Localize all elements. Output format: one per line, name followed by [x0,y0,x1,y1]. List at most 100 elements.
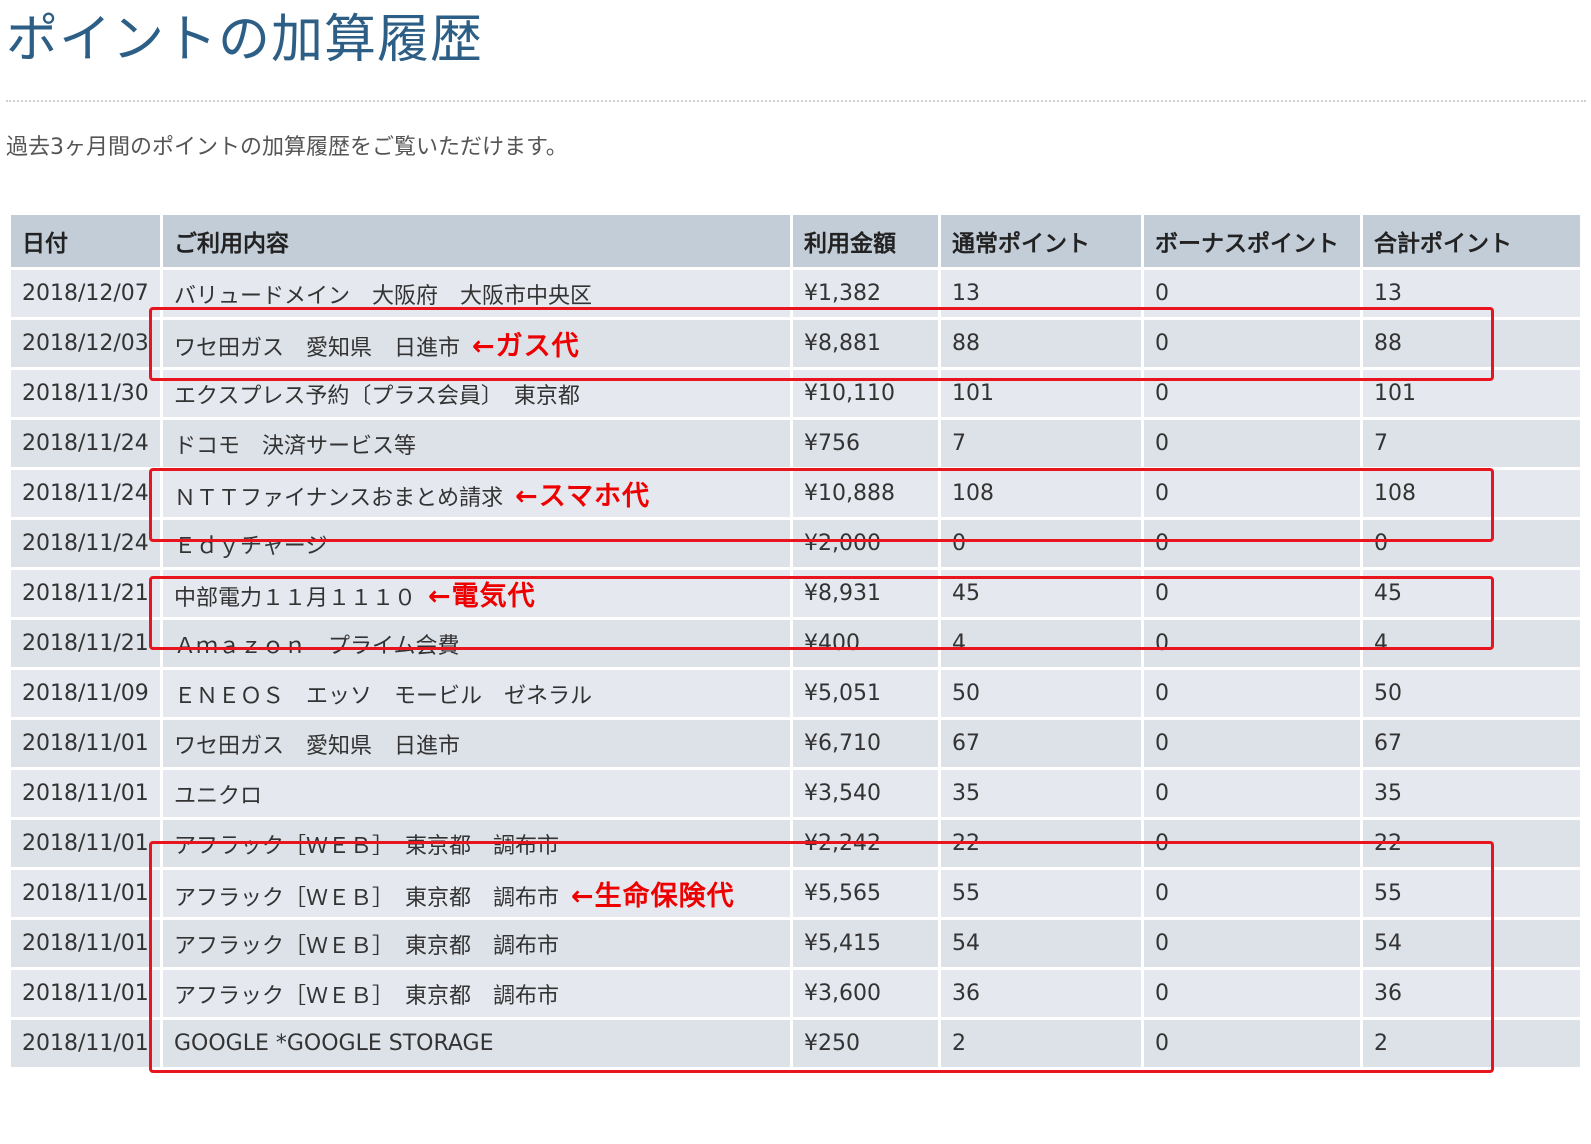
cell-normal-points: 108 [938,467,1144,520]
page-description: 過去3ヶ月間のポイントの加算履歴をご覧いただけます。 [6,135,568,160]
cell-amount: ¥3,600 [790,967,941,1020]
description-text: アフラック［ＷＥＢ］ 東京都 調布市 [174,983,560,1009]
cell-date: 2018/11/01 [8,717,163,770]
cell-bonus-points: 0 [1141,867,1363,920]
table-row: 2018/11/30 エクスプレス予約〔プラス会員〕 東京都 ¥10,110 101 0… [8,367,1583,420]
annotation-note: ←電気代 [428,581,536,612]
annotation-note: ←ガス代 [472,331,580,362]
cell-description: ワセ田ガス 愛知県 日進市 [160,717,793,770]
table-row: 2018/11/01 アフラック［ＷＥＢ］ 東京都 調布市 ←生命保険代 ¥5,565… [8,867,1583,920]
annotation-note: ←スマホ代 [515,481,650,512]
cell-normal-points: 50 [938,667,1144,720]
cell-amount: ¥8,881 [790,317,941,370]
cell-total-points: 67 [1360,717,1583,770]
description-text: アフラック［ＷＥＢ］ 東京都 調布市 [174,833,560,859]
cell-date: 2018/11/01 [8,817,163,870]
cell-bonus-points: 0 [1141,917,1363,970]
cell-bonus-points: 0 [1141,567,1363,620]
cell-description: アフラック［ＷＥＢ］ 東京都 調布市 ←生命保険代 [160,867,793,920]
description-text: エクスプレス予約〔プラス会員〕 東京都 [174,383,580,409]
cell-date: 2018/11/24 [8,417,163,470]
cell-total-points: 0 [1360,517,1583,570]
title-divider [6,100,1586,102]
cell-bonus-points: 0 [1141,267,1363,320]
table-header-row: 日付 ご利用内容 利用金額 通常ポイント ボーナスポイント 合計ポイント [8,212,1583,270]
description-text: アフラック［ＷＥＢ］ 東京都 調布市 [174,886,560,911]
description-text: ワセ田ガス 愛知県 日進市 [174,733,461,759]
cell-normal-points: 13 [938,267,1144,320]
cell-amount: ¥5,415 [790,917,941,970]
cell-total-points: 36 [1360,967,1583,1020]
cell-date: 2018/11/01 [8,767,163,820]
header-description: ご利用内容 [160,212,793,270]
annotation-note: ←生命保険代 [571,881,735,912]
table-row: 2018/11/24 ドコモ 決済サービス等 ¥756 7 0 7 [8,417,1583,470]
table-row: 2018/11/01 アフラック［ＷＥＢ］ 東京都 調布市 ¥2,242 22 0 22 [8,817,1583,870]
cell-normal-points: 0 [938,517,1144,570]
cell-description: Ｅｄｙチャージ [160,517,793,570]
table-row: 2018/11/01 アフラック［ＷＥＢ］ 東京都 調布市 ¥3,600 36 0 36 [8,967,1583,1020]
description-text: バリュードメイン 大阪府 大阪市中央区 [174,283,593,309]
table-row: 2018/11/01 ワセ田ガス 愛知県 日進市 ¥6,710 67 0 67 [8,717,1583,770]
cell-bonus-points: 0 [1141,517,1363,570]
cell-total-points: 101 [1360,367,1583,420]
description-text: ＥＮＥＯＳ エッソ モービル ゼネラル [174,683,593,709]
table-row: 2018/11/21 中部電力１１月１１１０ ←電気代 ¥8,931 45 0 45 [8,567,1583,620]
cell-normal-points: 36 [938,967,1144,1020]
cell-date: 2018/11/01 [8,967,163,1020]
cell-total-points: 13 [1360,267,1583,320]
header-normal-points: 通常ポイント [938,212,1144,270]
description-text: ドコモ 決済サービス等 [174,433,417,459]
table-row: 2018/11/09 ＥＮＥＯＳ エッソ モービル ゼネラル ¥5,051 50 0 50 [8,667,1583,720]
cell-amount: ¥8,931 [790,567,941,620]
cell-total-points: 2 [1360,1017,1583,1070]
cell-total-points: 4 [1360,617,1583,670]
cell-amount: ¥250 [790,1017,941,1070]
description-text: 中部電力１１月１１１０ [174,586,417,611]
cell-total-points: 35 [1360,767,1583,820]
cell-amount: ¥3,540 [790,767,941,820]
cell-date: 2018/11/24 [8,517,163,570]
cell-description: ＮＴＴファイナンスおまとめ請求 ←スマホ代 [160,467,793,520]
cell-description: GOOGLE *GOOGLE STORAGE [160,1017,793,1070]
cell-amount: ¥400 [790,617,941,670]
cell-bonus-points: 0 [1141,667,1363,720]
table-row: 2018/11/01 GOOGLE *GOOGLE STORAGE ¥250 2 0 2 [8,1017,1583,1070]
cell-normal-points: 35 [938,767,1144,820]
cell-normal-points: 101 [938,367,1144,420]
header-date: 日付 [8,212,163,270]
header-total-points: 合計ポイント [1360,212,1583,270]
cell-normal-points: 22 [938,817,1144,870]
cell-normal-points: 55 [938,867,1144,920]
cell-bonus-points: 0 [1141,417,1363,470]
cell-normal-points: 2 [938,1017,1144,1070]
cell-normal-points: 54 [938,917,1144,970]
cell-description: ＥＮＥＯＳ エッソ モービル ゼネラル [160,667,793,720]
cell-description: ユニクロ [160,767,793,820]
cell-bonus-points: 0 [1141,967,1363,1020]
table-row: 2018/11/21 Ａｍａｚｏｎ プライム会費 ¥400 4 0 4 [8,617,1583,670]
cell-date: 2018/12/03 [8,317,163,370]
table-row: 2018/12/07 バリュードメイン 大阪府 大阪市中央区 ¥1,382 13 0 13 [8,267,1583,320]
cell-date: 2018/11/01 [8,867,163,920]
header-amount: 利用金額 [790,212,941,270]
cell-amount: ¥756 [790,417,941,470]
cell-amount: ¥2,000 [790,517,941,570]
cell-total-points: 22 [1360,817,1583,870]
cell-bonus-points: 0 [1141,467,1363,520]
cell-total-points: 7 [1360,417,1583,470]
table-row: 2018/11/01 ユニクロ ¥3,540 35 0 35 [8,767,1583,820]
cell-date: 2018/11/21 [8,617,163,670]
cell-normal-points: 67 [938,717,1144,770]
cell-total-points: 88 [1360,317,1583,370]
description-text: GOOGLE *GOOGLE STORAGE [174,1031,494,1056]
cell-total-points: 54 [1360,917,1583,970]
cell-normal-points: 88 [938,317,1144,370]
cell-amount: ¥1,382 [790,267,941,320]
cell-description: アフラック［ＷＥＢ］ 東京都 調布市 [160,817,793,870]
cell-bonus-points: 0 [1141,1017,1363,1070]
table-row: 2018/12/03 ワセ田ガス 愛知県 日進市 ←ガス代 ¥8,881 88 0 88 [8,317,1583,370]
table-row: 2018/11/24 ＮＴＴファイナンスおまとめ請求 ←スマホ代 ¥10,888 108… [8,467,1583,520]
cell-normal-points: 45 [938,567,1144,620]
cell-total-points: 50 [1360,667,1583,720]
